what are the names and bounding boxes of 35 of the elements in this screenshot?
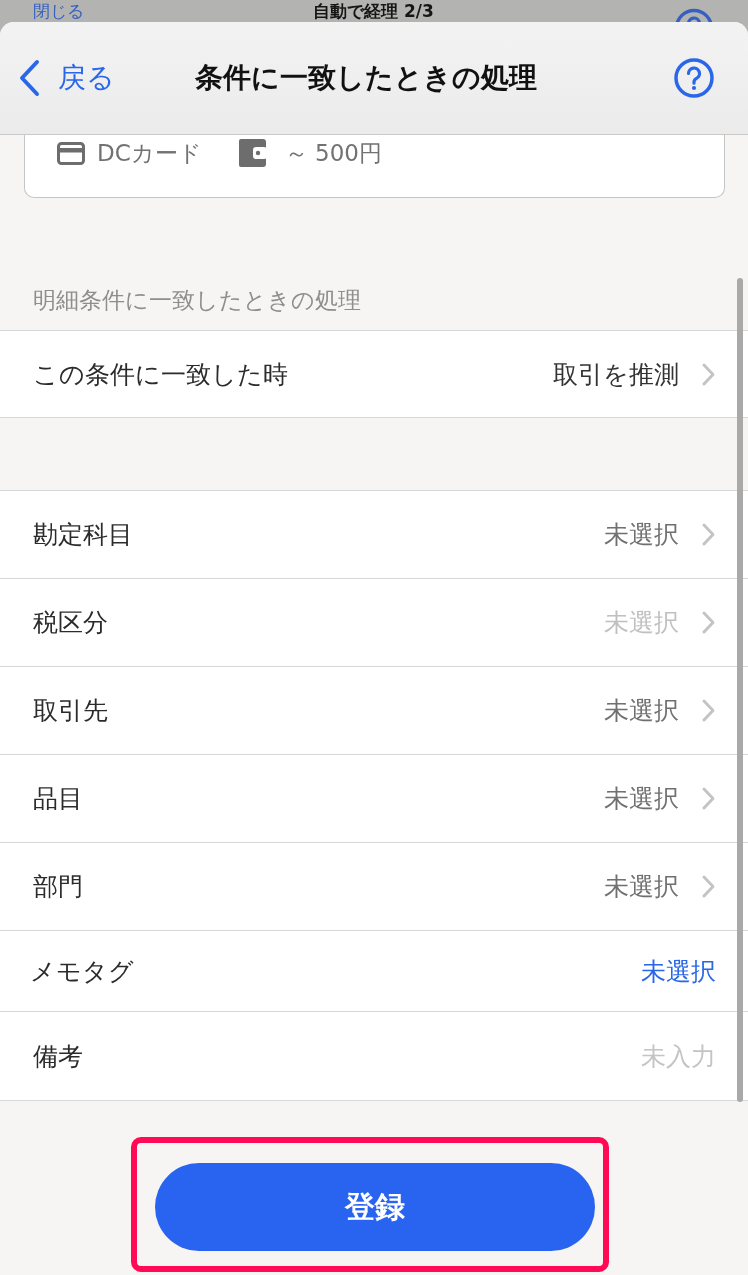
amount-label: ～ 500円 <box>284 138 382 168</box>
row-label: 取引先 <box>33 695 108 727</box>
back-button[interactable]: 戻る <box>18 59 115 97</box>
payment-label: DCカード <box>97 138 202 168</box>
credit-card-icon <box>57 141 85 165</box>
register-button[interactable]: 登録 <box>155 1163 595 1251</box>
remarks-input[interactable]: 未入力 <box>103 1041 716 1071</box>
section-header: 明細条件に一致したときの処理 <box>33 286 361 315</box>
row-value: 未選択 <box>604 871 679 903</box>
chevron-right-icon <box>701 361 716 387</box>
row-label: 品目 <box>33 783 83 815</box>
row-label: メモタグ <box>30 955 134 988</box>
row-label: 税区分 <box>33 607 108 639</box>
wallet-icon <box>237 138 268 168</box>
chevron-right-icon <box>701 522 716 547</box>
tag-link[interactable]: 未選択 <box>641 954 716 988</box>
help-icon <box>674 58 714 98</box>
row-value: 未選択 <box>604 783 679 815</box>
row-label: 部門 <box>33 871 83 903</box>
row-value: 未選択 <box>604 607 679 639</box>
chevron-right-icon <box>701 786 716 811</box>
row-value: 未選択 <box>604 519 679 551</box>
chevron-right-icon <box>701 610 716 635</box>
row-label: 勘定科目 <box>33 519 133 551</box>
chevron-right-icon <box>701 874 716 899</box>
chevron-right-icon <box>701 698 716 723</box>
row-value: 取引を推測 <box>553 358 679 391</box>
help-button[interactable] <box>674 58 714 98</box>
background-sheet-title: 自動で経理 2/3 <box>313 0 434 22</box>
row-label: 備考 <box>33 1040 83 1073</box>
screen-title: 条件に一致したときの処理 <box>195 60 537 96</box>
row-label: この条件に一致した時 <box>33 358 288 391</box>
close-label: 閉じる <box>33 0 84 22</box>
chevron-left-icon <box>18 59 41 97</box>
row-value: 未選択 <box>604 695 679 727</box>
